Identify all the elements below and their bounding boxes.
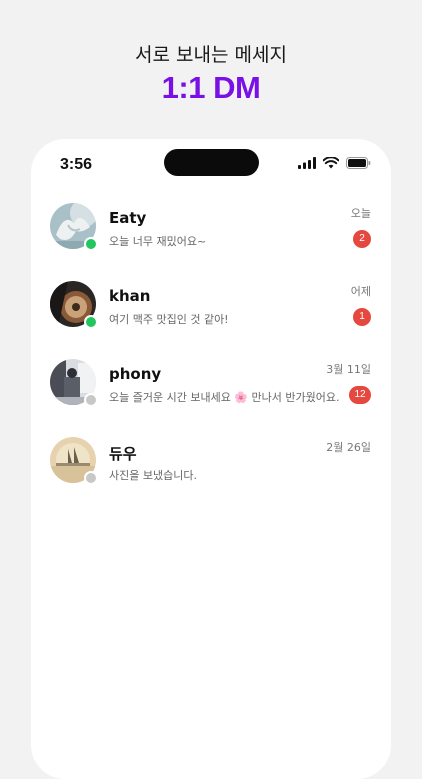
online-status-indicator	[84, 315, 98, 329]
avatar	[50, 437, 98, 485]
online-status-indicator	[84, 237, 98, 251]
message-time: 3월 11일	[326, 363, 371, 376]
dynamic-island	[164, 149, 259, 176]
offline-status-indicator	[84, 393, 98, 407]
conversation-item-khan[interactable]: khan 여기 맥주 맛집인 것 같아! 어제 1	[31, 281, 391, 341]
promo-subtitle: 서로 보내는 메세지	[135, 44, 287, 66]
status-time: 3:56	[60, 156, 93, 173]
avatar	[50, 359, 98, 407]
battery-icon	[346, 157, 371, 169]
phone-screen: 3:56 Eaty 오늘 너무 재밌어요~ 오늘 2 khan 여기 맥주 맛집…	[31, 139, 391, 779]
message-preview: 여기 맥주 맛집인 것 같아!	[109, 313, 229, 326]
message-preview: 오늘 즐거운 시간 보내세요 🌸 만나서 반가웠어요...	[109, 391, 339, 404]
conversation-item-dyu[interactable]: 듀우 사진을 보냈습니다. 2월 26일	[31, 437, 391, 497]
avatar	[50, 281, 98, 329]
cellular-signal-icon	[298, 157, 316, 169]
offline-status-indicator	[84, 471, 98, 485]
contact-name: Eaty	[109, 209, 147, 227]
message-preview: 오늘 너무 재밌어요~	[109, 235, 207, 248]
contact-name: khan	[109, 287, 151, 305]
message-time: 오늘	[350, 207, 371, 220]
promo-title: 1:1 DM	[161, 70, 261, 105]
message-time: 2월 26일	[326, 441, 371, 454]
message-preview: 사진을 보냈습니다.	[109, 469, 197, 482]
message-time: 어제	[350, 285, 371, 298]
unread-count-badge: 2	[353, 230, 371, 248]
wifi-icon	[323, 157, 339, 169]
unread-count-badge: 12	[349, 386, 371, 404]
avatar	[50, 203, 98, 251]
unread-count-badge: 1	[353, 308, 371, 326]
conversation-item-eaty[interactable]: Eaty 오늘 너무 재밌어요~ 오늘 2	[31, 203, 391, 263]
status-icons	[298, 157, 371, 169]
contact-name: phony	[109, 365, 162, 383]
conversation-item-phony[interactable]: phony 오늘 즐거운 시간 보내세요 🌸 만나서 반가웠어요... 3월 1…	[31, 359, 391, 419]
contact-name: 듀우	[109, 445, 137, 463]
